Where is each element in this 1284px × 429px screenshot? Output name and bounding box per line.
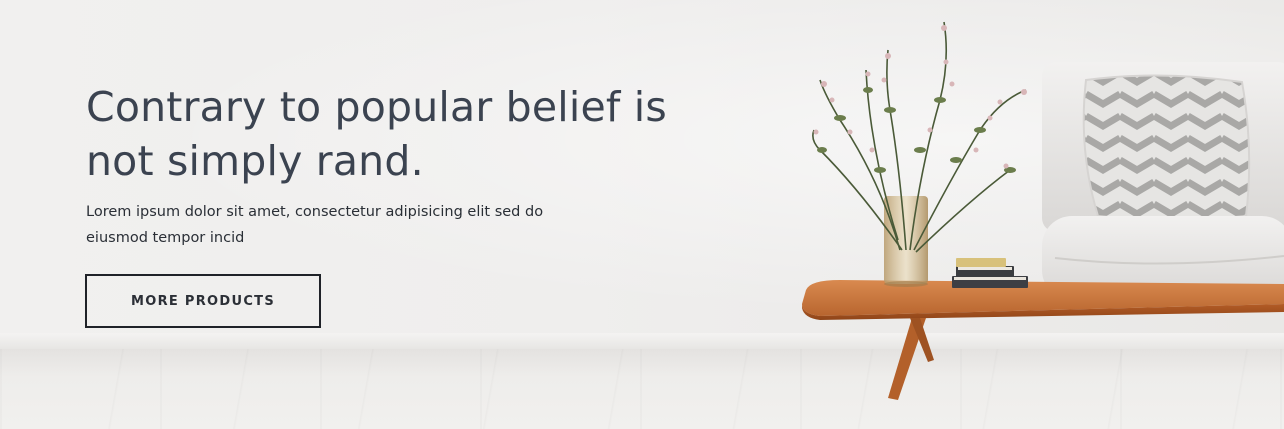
hero-title: Contrary to popular belief is not simply… <box>86 83 667 185</box>
flower-vase <box>812 21 1027 287</box>
wooden-bench <box>802 280 1284 400</box>
interior-scene-image <box>802 21 1284 400</box>
sofa <box>1042 62 1284 300</box>
books-stack <box>952 258 1028 288</box>
hero-banner: Contrary to popular belief is not simply… <box>0 0 1284 429</box>
more-products-button[interactable]: MORE PRODUCTS <box>85 274 321 328</box>
hero-description: Lorem ipsum dolor sit amet, consectetur … <box>86 204 544 246</box>
